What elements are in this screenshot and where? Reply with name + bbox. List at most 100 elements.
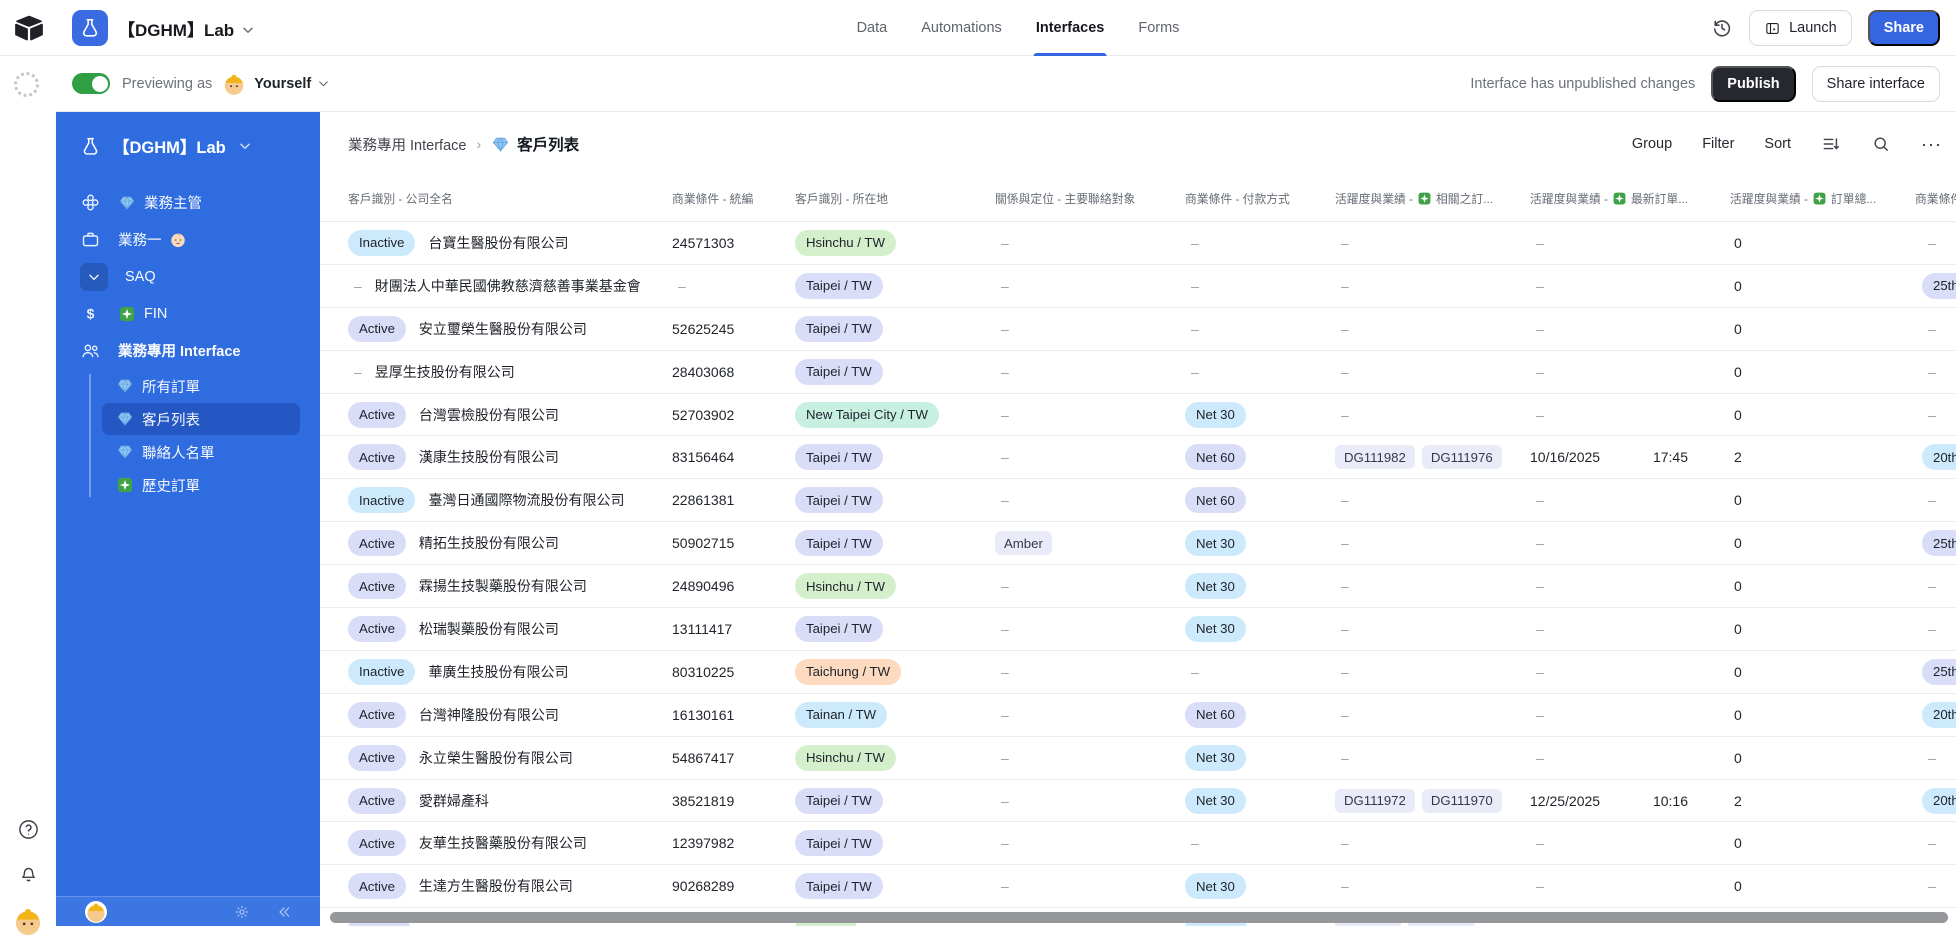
- search-icon[interactable]: [1871, 134, 1891, 154]
- airtable-logo-icon[interactable]: [14, 13, 44, 43]
- cell-company[interactable]: – 昱厚生技股份有限公司: [320, 362, 672, 382]
- cell-billing-day[interactable]: –: [1915, 578, 1956, 594]
- cell-last-order[interactable]: 10/16/2025 17:45: [1530, 449, 1730, 465]
- cell-related-orders[interactable]: DG111982 DG111976: [1335, 445, 1530, 470]
- cell-contact[interactable]: Amber: [995, 531, 1185, 556]
- cell-tax-id[interactable]: 13111417: [672, 621, 795, 637]
- table-row[interactable]: – 財團法人中華民國佛教慈濟慈善事業基金會 – Taipei / TW – – – –0 25t…: [320, 265, 1956, 308]
- order-chip[interactable]: DG111972: [1335, 788, 1415, 813]
- cell-last-order[interactable]: –: [1530, 621, 1730, 637]
- cell-billing-day[interactable]: –: [1915, 835, 1956, 851]
- cell-billing-day[interactable]: –: [1915, 321, 1956, 337]
- cell-company[interactable]: Inactive 華廣生技股份有限公司: [320, 658, 672, 685]
- app-flask-icon[interactable]: [72, 10, 108, 46]
- cell-location[interactable]: Taipei / TW: [795, 444, 995, 471]
- group-button[interactable]: Group: [1632, 136, 1672, 152]
- table-row[interactable]: Active 友華生技醫藥股份有限公司 12397982 Taipei / TW – – –…: [320, 822, 1956, 866]
- cell-last-order[interactable]: –: [1530, 235, 1730, 251]
- sidebar-group-SAQ[interactable]: SAQ: [56, 258, 320, 295]
- previewing-user[interactable]: Yourself: [254, 76, 330, 92]
- row-height-icon[interactable]: [1821, 134, 1841, 154]
- cell-tax-id[interactable]: 28403068: [672, 364, 795, 380]
- cell-contact[interactable]: –: [995, 664, 1185, 680]
- order-chip[interactable]: DG111970: [1421, 788, 1502, 813]
- cell-order-count[interactable]: 2: [1730, 449, 1915, 465]
- cell-payment-terms[interactable]: Net 30: [1185, 401, 1335, 428]
- launch-button[interactable]: Launch: [1749, 10, 1852, 46]
- cell-order-count[interactable]: 0: [1730, 878, 1915, 894]
- cell-company[interactable]: – 財團法人中華民國佛教慈濟慈善事業基金會: [320, 276, 672, 296]
- cell-tax-id[interactable]: –: [672, 278, 795, 294]
- cell-company[interactable]: Active 松瑞製藥股份有限公司: [320, 615, 672, 642]
- cell-tax-id[interactable]: 12397982: [672, 835, 795, 851]
- more-options-button[interactable]: ···: [1921, 134, 1942, 155]
- cell-contact[interactable]: –: [995, 492, 1185, 508]
- cell-related-orders[interactable]: –: [1335, 878, 1530, 894]
- cell-tax-id[interactable]: 52703902: [672, 407, 795, 423]
- cell-location[interactable]: Taipei / TW: [795, 873, 995, 900]
- cell-company[interactable]: Active 台灣神隆股份有限公司: [320, 701, 672, 728]
- cell-location[interactable]: Hsinchu / TW: [795, 573, 995, 600]
- cell-payment-terms[interactable]: –: [1185, 664, 1335, 680]
- cell-last-order[interactable]: –: [1530, 878, 1730, 894]
- cell-contact[interactable]: –: [995, 407, 1185, 423]
- breadcrumb-parent[interactable]: 業務專用 Interface: [348, 134, 466, 155]
- cell-contact[interactable]: –: [995, 364, 1185, 380]
- cell-tax-id[interactable]: 90268289: [672, 878, 795, 894]
- cell-related-orders[interactable]: –: [1335, 407, 1530, 423]
- tab-data[interactable]: Data: [857, 0, 888, 56]
- cell-company[interactable]: Active 愛群婦產科: [320, 787, 672, 814]
- column-header[interactable]: 商業條件: [1915, 190, 1956, 207]
- settings-gear-icon[interactable]: [234, 904, 250, 920]
- table-row[interactable]: Active 精拓生技股份有限公司 50902715 Taipei / TW Amber…: [320, 522, 1956, 566]
- cell-payment-terms[interactable]: Net 30: [1185, 615, 1335, 642]
- table-row[interactable]: Inactive 華廣生技股份有限公司 80310225 Taichung / TW –…: [320, 651, 1956, 694]
- cell-billing-day[interactable]: 25th: [1915, 272, 1956, 299]
- cell-location[interactable]: Tainan / TW: [795, 701, 995, 728]
- user-avatar[interactable]: [11, 904, 45, 938]
- cell-tax-id[interactable]: 83156464: [672, 449, 795, 465]
- cell-last-order[interactable]: –: [1530, 492, 1730, 508]
- cell-tax-id[interactable]: 52625245: [672, 321, 795, 337]
- cell-contact[interactable]: –: [995, 750, 1185, 766]
- table-row[interactable]: Active 台灣神隆股份有限公司 16130161 Tainan / TW – Net …: [320, 694, 1956, 737]
- column-header[interactable]: 客戶識別 - 公司全名: [320, 190, 672, 207]
- column-header[interactable]: 客戶識別 - 所在地: [795, 190, 995, 207]
- cell-billing-day[interactable]: 20th: [1915, 701, 1956, 728]
- cell-company[interactable]: Active 永立榮生醫股份有限公司: [320, 744, 672, 771]
- cell-billing-day[interactable]: –: [1915, 878, 1956, 894]
- table-row[interactable]: Active 霖揚生技製藥股份有限公司 24890496 Hsinchu / TW – N…: [320, 565, 1956, 609]
- table-row[interactable]: Active 台灣雲檢股份有限公司 52703902 New Taipei City …: [320, 394, 1956, 437]
- cell-last-order[interactable]: –: [1530, 407, 1730, 423]
- cell-order-count[interactable]: 0: [1730, 835, 1915, 851]
- column-header[interactable]: 活躍度與業績 - 訂單總...: [1730, 190, 1915, 207]
- sidebar-group-業務主管[interactable]: 業務主管: [56, 184, 320, 221]
- horizontal-scrollbar[interactable]: [330, 912, 1948, 923]
- cell-payment-terms[interactable]: –: [1185, 278, 1335, 294]
- cell-last-order[interactable]: –: [1530, 750, 1730, 766]
- cell-location[interactable]: Hsinchu / TW: [795, 744, 995, 771]
- cell-related-orders[interactable]: –: [1335, 321, 1530, 337]
- cell-last-order[interactable]: –: [1530, 835, 1730, 851]
- cell-billing-day[interactable]: –: [1915, 407, 1956, 423]
- contact-chip[interactable]: Amber: [995, 531, 1052, 556]
- cell-order-count[interactable]: 0: [1730, 707, 1915, 723]
- cell-payment-terms[interactable]: Net 30: [1185, 530, 1335, 557]
- cell-billing-day[interactable]: –: [1915, 364, 1956, 380]
- cell-related-orders[interactable]: –: [1335, 750, 1530, 766]
- cell-tax-id[interactable]: 80310225: [672, 664, 795, 680]
- cell-payment-terms[interactable]: –: [1185, 321, 1335, 337]
- cell-contact[interactable]: –: [995, 835, 1185, 851]
- share-interface-button[interactable]: Share interface: [1811, 65, 1940, 102]
- table-row[interactable]: – 昱厚生技股份有限公司 28403068 Taipei / TW – – – –0–: [320, 351, 1956, 394]
- filter-button[interactable]: Filter: [1702, 136, 1734, 152]
- cell-order-count[interactable]: 0: [1730, 235, 1915, 251]
- cell-payment-terms[interactable]: Net 30: [1185, 744, 1335, 771]
- cell-order-count[interactable]: 0: [1730, 578, 1915, 594]
- cell-order-count[interactable]: 0: [1730, 664, 1915, 680]
- cell-payment-terms[interactable]: Net 30: [1185, 787, 1335, 814]
- cell-related-orders[interactable]: –: [1335, 235, 1530, 251]
- cell-contact[interactable]: –: [995, 278, 1185, 294]
- order-chip[interactable]: DG111982: [1335, 445, 1415, 470]
- sidebar-base-title[interactable]: 【DGHM】Lab: [56, 112, 320, 168]
